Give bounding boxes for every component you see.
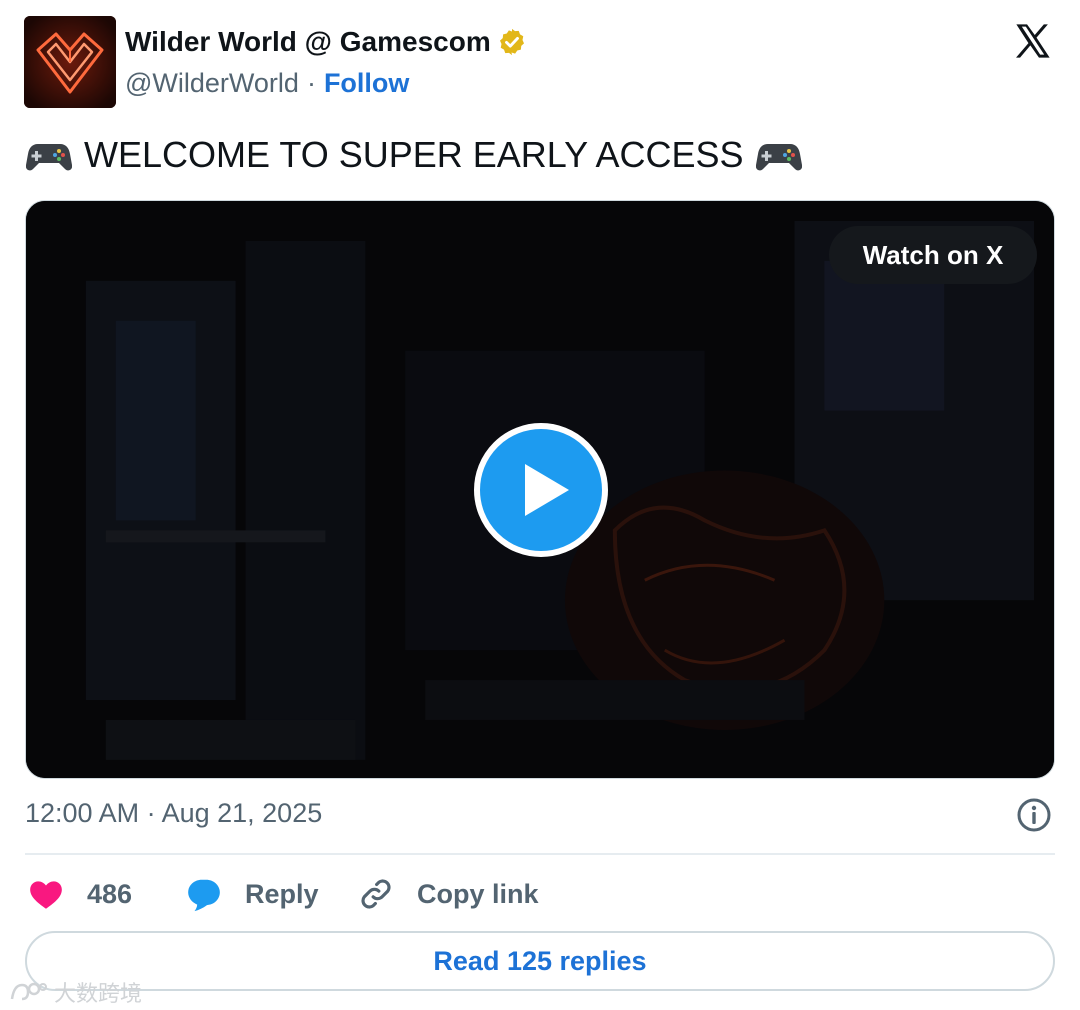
avatar[interactable] <box>24 16 116 108</box>
reply-bubble-icon <box>188 879 220 912</box>
divider <box>25 853 1055 855</box>
tweet-text: WELCOME TO SUPER EARLY ACCESS <box>26 134 1046 176</box>
play-icon <box>525 464 569 516</box>
author-handle[interactable]: @WilderWorld <box>125 68 299 99</box>
author-name-row: Wilder World @ Gamescom <box>125 26 527 58</box>
read-replies-button[interactable]: Read 125 replies <box>25 931 1055 991</box>
like-button[interactable]: 486 <box>27 868 132 920</box>
wilder-world-logo-icon <box>24 16 116 108</box>
tweet-timestamp[interactable]: 12:00 AM · Aug 21, 2025 <box>25 798 322 829</box>
watermark: 大数跨境 <box>8 976 142 1008</box>
verified-badge-icon <box>499 28 524 56</box>
link-icon <box>361 879 391 909</box>
video-game-controller-icon <box>26 144 72 171</box>
video-game-controller-icon <box>755 144 802 171</box>
x-logo-icon[interactable] <box>1012 20 1054 62</box>
heart-icon <box>30 881 62 909</box>
watch-on-x-button[interactable]: Watch on X <box>829 226 1037 284</box>
tweet-text-content: WELCOME TO SUPER EARLY ACCESS <box>84 134 744 175</box>
info-icon[interactable] <box>1016 797 1052 833</box>
tweet-header: Wilder World @ Gamescom @WilderWorld · F… <box>24 16 1056 110</box>
video-player[interactable]: Watch on X <box>25 200 1055 779</box>
play-button[interactable] <box>474 423 608 557</box>
reply-label: Reply <box>245 878 319 909</box>
tweet-actions: 486 Reply Copy link <box>25 868 1055 920</box>
like-count: 486 <box>87 878 133 909</box>
copy-link-button[interactable]: Copy link <box>357 868 539 920</box>
follow-button[interactable]: Follow <box>324 68 409 99</box>
author-display-name[interactable]: Wilder World @ Gamescom <box>125 26 491 58</box>
watermark-text: 大数跨境 <box>54 981 143 1006</box>
watermark-logo-icon <box>10 982 47 1001</box>
handle-separator: · <box>306 68 316 98</box>
author-handle-row: @WilderWorld · Follow <box>125 68 409 99</box>
reply-button[interactable]: Reply <box>185 868 319 920</box>
copy-link-label: Copy link <box>417 878 539 909</box>
